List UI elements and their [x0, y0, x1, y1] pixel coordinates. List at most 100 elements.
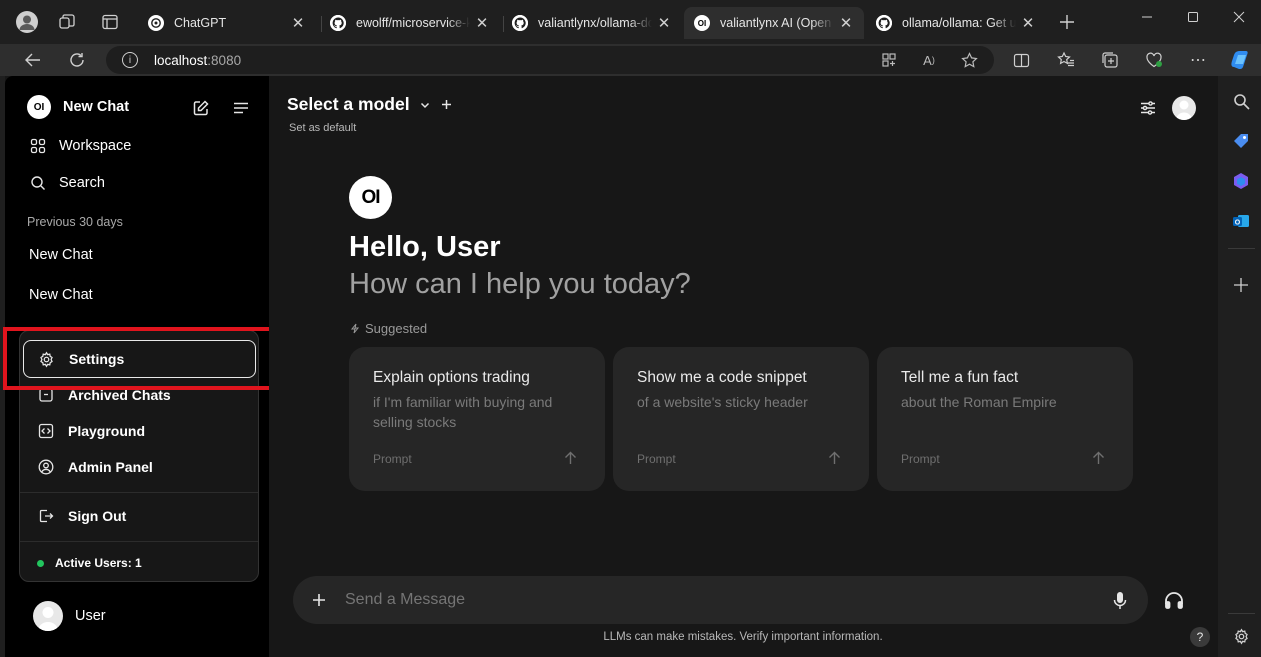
github-icon: [876, 15, 892, 31]
menu-item-admin-panel[interactable]: Admin Panel: [20, 451, 258, 483]
new-tab-icon[interactable]: [1058, 13, 1076, 31]
workspace-label: Workspace: [59, 138, 132, 154]
set-as-default-link[interactable]: Set as default: [289, 122, 356, 134]
header-avatar[interactable]: [1172, 96, 1196, 120]
read-aloud-icon[interactable]: A): [920, 51, 938, 69]
split-screen-icon[interactable]: [1012, 51, 1030, 69]
openai-icon: [148, 15, 164, 31]
new-chat-label: New Chat: [63, 99, 130, 115]
close-window-icon[interactable]: [1231, 9, 1247, 25]
menu-item-sign-out[interactable]: Sign Out: [20, 500, 258, 532]
minimize-icon[interactable]: [1139, 9, 1155, 25]
refresh-icon[interactable]: [68, 51, 86, 69]
browser-titlebar: ChatGPT ✕ ewolff/microservice-kafka ✕ va…: [0, 0, 1261, 44]
close-tab-icon[interactable]: ✕: [290, 14, 306, 32]
maximize-icon[interactable]: [1185, 9, 1201, 25]
suggestion-subtitle: of a website's sticky header: [637, 394, 808, 410]
tab-title: ChatGPT: [174, 16, 227, 30]
tab-title: ewolff/microservice-kafka: [356, 16, 470, 30]
headphones-voice-icon[interactable]: [1163, 590, 1185, 610]
vertical-tabs-icon[interactable]: [101, 13, 119, 31]
section-label-previous-30-days: Previous 30 days: [27, 215, 123, 229]
browser-essentials-icon[interactable]: [1145, 51, 1163, 69]
url-port: :8080: [207, 52, 242, 68]
more-menu-icon[interactable]: ⋯: [1189, 51, 1207, 69]
suggestion-card[interactable]: Show me a code snippet of a website's st…: [613, 347, 869, 491]
playground-label: Playground: [68, 423, 146, 439]
chat-list-item[interactable]: New Chat: [29, 245, 93, 265]
openwebui-logo: OI: [27, 95, 51, 119]
admin-label: Admin Panel: [68, 459, 153, 475]
github-icon: [330, 15, 346, 31]
microphone-icon[interactable]: [1111, 590, 1129, 610]
arrow-up-icon: [828, 451, 841, 465]
help-button[interactable]: ?: [1190, 627, 1210, 647]
workspaces-icon[interactable]: [58, 13, 76, 31]
attach-plus-icon[interactable]: [311, 592, 327, 608]
new-chat-pencil-icon[interactable]: [191, 98, 211, 118]
search-icon: [30, 175, 46, 191]
suggestion-card[interactable]: Tell me a fun fact about the Roman Empir…: [877, 347, 1133, 491]
suggestion-prompt-label: Prompt: [373, 452, 412, 466]
suggestion-title: Show me a code snippet: [637, 369, 807, 386]
avatar: [33, 601, 63, 631]
arrow-up-icon: [564, 451, 577, 465]
app-available-icon[interactable]: [880, 51, 898, 69]
active-users-label: Active Users: 1: [55, 556, 142, 570]
tab-ollama-docker[interactable]: valiantlynx/ollama-docker ✕: [502, 7, 682, 39]
tab-microservice-kafka[interactable]: ewolff/microservice-kafka ✕: [320, 7, 500, 39]
greeting-heading: Hello, User: [349, 231, 501, 263]
info-icon[interactable]: i: [122, 52, 138, 68]
close-tab-icon[interactable]: ✕: [838, 14, 854, 32]
highlight-annotation-box: [3, 327, 279, 390]
model-select-label: Select a model: [287, 94, 410, 114]
online-status-dot-icon: [37, 559, 44, 567]
tab-chatgpt[interactable]: ChatGPT ✕: [138, 7, 316, 39]
tab-ollama[interactable]: ollama/ollama: Get up and running ✕: [866, 7, 1046, 39]
sidebar-item-search[interactable]: Search: [30, 173, 105, 193]
code-icon: [38, 423, 54, 439]
back-arrow-icon[interactable]: [24, 51, 42, 69]
sign-out-label: Sign Out: [68, 508, 127, 524]
sidebar-item-workspace[interactable]: Workspace: [30, 136, 131, 156]
close-tab-icon[interactable]: ✕: [656, 14, 672, 32]
tab-title: valiantlynx AI (Open WebUI): [720, 16, 834, 30]
add-model-plus-icon[interactable]: [441, 99, 452, 110]
close-tab-icon[interactable]: ✕: [1020, 14, 1036, 32]
address-bar[interactable]: i localhost:8080: [106, 46, 994, 74]
suggestion-prompt-label: Prompt: [901, 452, 940, 466]
copilot-icon[interactable]: [1228, 48, 1252, 72]
suggestion-card[interactable]: Explain options trading if I'm familiar …: [349, 347, 605, 491]
sidebar-settings-gear-icon[interactable]: [1231, 626, 1251, 646]
arrow-up-icon: [1092, 451, 1105, 465]
collections-icon[interactable]: [1101, 51, 1119, 69]
openwebui-welcome-logo: OI: [349, 176, 392, 219]
user-circle-icon: [38, 459, 54, 475]
outlook-icon[interactable]: O: [1231, 211, 1251, 231]
edge-sidebar: O: [1222, 76, 1261, 657]
search-label: Search: [59, 175, 105, 191]
chevron-down-icon: [419, 99, 431, 111]
user-profile-button[interactable]: User: [33, 601, 106, 631]
greeting-subtitle: How can I help you today?: [349, 268, 691, 300]
url-host: localhost: [154, 52, 208, 68]
chat-list-item[interactable]: New Chat: [29, 285, 93, 305]
favorite-star-icon[interactable]: [960, 51, 978, 69]
profile-avatar-icon[interactable]: [16, 11, 38, 33]
menu-item-playground[interactable]: Playground: [20, 415, 258, 447]
new-chat-link[interactable]: OI New Chat: [27, 95, 130, 119]
menu-lines-icon[interactable]: [231, 98, 251, 118]
add-sidebar-app-icon[interactable]: [1231, 275, 1251, 295]
svg-text:O: O: [1235, 220, 1241, 227]
shopping-tag-icon[interactable]: [1231, 131, 1251, 151]
search-icon[interactable]: [1231, 91, 1251, 111]
model-selector[interactable]: Select a model: [287, 94, 452, 115]
close-tab-icon[interactable]: ✕: [474, 14, 490, 32]
copilot-app-icon[interactable]: [1231, 171, 1251, 191]
github-icon: [512, 15, 528, 31]
controls-sliders-icon[interactable]: [1138, 98, 1158, 118]
message-input[interactable]: [345, 588, 1085, 612]
tab-open-webui[interactable]: OI valiantlynx AI (Open WebUI) ✕: [684, 7, 864, 39]
suggestion-subtitle: about the Roman Empire: [901, 394, 1057, 410]
favorites-icon[interactable]: [1057, 51, 1075, 69]
